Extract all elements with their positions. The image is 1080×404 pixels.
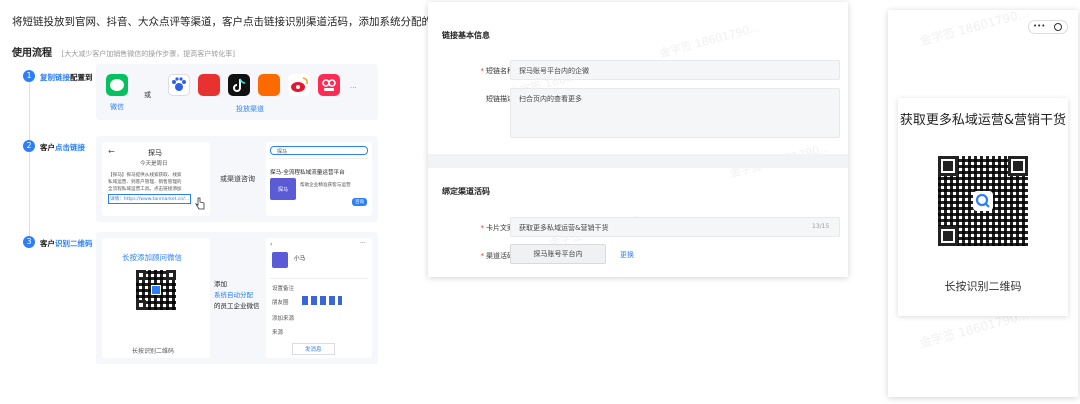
section-divider (428, 154, 848, 168)
qr-center-logo-icon (973, 191, 993, 211)
card-title: 获取更多私域运营&营销干货 (899, 113, 1067, 128)
weibo-icon (288, 74, 310, 96)
consult-button[interactable]: 咨询 (352, 198, 368, 206)
card-label: * 卡片文案 (480, 224, 515, 232)
channel-code-button[interactable]: 探马账号平台内 (510, 244, 606, 264)
sms-sub: 今天是周日 (140, 161, 168, 167)
share-card: 获取更多私域运营&营销干货 长按识别二维码 (898, 98, 1068, 316)
baidu-icon (168, 74, 190, 96)
taobao-icon (258, 74, 280, 96)
result-title: 探马-全流程私域流量运营平台 (270, 170, 345, 176)
name-label: * 短链名称 (480, 67, 515, 75)
back-arrow-icon: ← (108, 147, 115, 156)
card-caption: 长按识别二维码 (944, 280, 1022, 293)
usage-flow-panel: 将短链投放到官网、抖音、大众点评等渠道，客户点击链接识别渠道活码，添加系统分配的… (2, 0, 495, 378)
code-label: * 渠道活码 (480, 252, 515, 260)
menu-dots-icon[interactable]: ••• (1033, 22, 1045, 30)
wechat-icon (106, 74, 128, 96)
short-link-form: 金字签 18601790... 金字签 18601790... 金字签 1860… (428, 2, 848, 277)
sms-body-2: 私域运营、到客户管理、销售管理的 (108, 180, 182, 185)
step-2-box: ← 探马 今天是周日 【探马】探马提供从线索获取、线索 私域运营、到客户管理、销… (96, 136, 378, 222)
section-bind-code: 绑定渠道活码 (442, 187, 490, 196)
or-consult-text: 或渠道咨询 (220, 175, 255, 183)
step-1-badge: 1 (23, 70, 35, 82)
sms-title: 探马 (148, 149, 162, 157)
change-link[interactable]: 更换 (620, 250, 634, 260)
toutiao-icon (198, 74, 220, 96)
profile-name: 小马 (294, 256, 306, 262)
send-message-button[interactable]: 发消息 (292, 343, 335, 355)
step-1-box: 微信 或 ... 投放渠道 (96, 64, 378, 120)
profile-back-icon: ‹ (270, 241, 273, 248)
wechat-caption: 微信 (110, 103, 124, 111)
result-desc: 帮助企业精准获客与运营 (300, 183, 351, 188)
name-input[interactable]: 探马账号平台内的企微 (510, 60, 840, 80)
xiaohongshu-icon (318, 74, 340, 96)
result-logo: 探马 (270, 178, 296, 200)
profile-mock: ‹ ··· 小马 设置备注 朋友圈 添加来源 来源 发消息 (266, 238, 372, 358)
step-2-label: 客户点击链接 (40, 143, 85, 152)
profile-more-icon: ··· (360, 240, 366, 247)
step-1-label: 复制链接配置到 (40, 73, 93, 82)
profile-row-3: 添加来源 (272, 316, 295, 322)
poster-mock: 长按添加顾问微信 长按识别二维码 (102, 238, 210, 358)
watermark: 金字签 18601790... (658, 20, 762, 61)
phone-preview: 金字签 18601790... 金字签 18601790... ••• 获取更多… (888, 6, 1078, 397)
profile-row-1[interactable]: 设置备注 (272, 284, 294, 292)
sms-link[interactable]: 详情：https://www.tanmarket.cn/... (108, 194, 192, 204)
step-3-box: 长按添加顾问微信 长按识别二维码 添加 系统自动分配 的员工企业微信 ‹ ···… (96, 232, 378, 364)
poster-caption: 长按识别二维码 (132, 348, 175, 355)
step-2-badge: 2 (23, 140, 35, 152)
profile-row-2[interactable]: 朋友圈 (272, 298, 289, 306)
poster-title: 长按添加顾问微信 (122, 253, 182, 262)
qr-logo-icon (151, 285, 161, 295)
sms-mock: ← 探马 今天是周日 【探马】探马提供从线索获取、线索 私域运营、到客户管理、销… (102, 142, 210, 216)
watermark: 金字签 18601790... (918, 5, 1031, 49)
moments-thumbs (302, 296, 342, 305)
close-circle-icon[interactable] (1054, 23, 1062, 31)
step-3-badge: 3 (23, 236, 35, 248)
hand-pointer-icon (194, 197, 205, 210)
flow-label: 使用流程 (12, 48, 52, 59)
step-connector (29, 82, 30, 242)
sms-body-3: 全流程私域运营工具。点击链接添加 (108, 187, 182, 192)
flow-note: [大大减少客户加销售微信的操作步骤，提高客户转化率] (61, 50, 235, 58)
search-input[interactable]: 探马 (270, 146, 368, 155)
channels-caption: 投放渠道 (236, 105, 264, 113)
add-text-2: 系统自动分配 (214, 291, 253, 299)
profile-avatar (272, 252, 288, 268)
step-3-label: 客户识别二维码 (40, 239, 93, 248)
sms-body-1: 【探马】探马提供从线索获取、线索 (108, 173, 182, 178)
card-char-count: 13/15 (812, 223, 830, 230)
miniprogram-capsule[interactable]: ••• (1028, 20, 1068, 34)
search-mock: 探马 探马-全流程私域流量运营平台 探马 帮助企业精准获客与运营 咨询 (266, 142, 372, 216)
section-basic-info: 链接基本信息 (442, 31, 490, 40)
more-icon: ... (350, 82, 357, 90)
add-text-3: 的员工企业微信 (214, 302, 260, 310)
or-text: 或 (144, 91, 151, 99)
desc-textarea[interactable]: 扫合页内的查看更多 (510, 88, 840, 138)
intro-title: 将短链投放到官网、抖音、大众点评等渠道，客户点击链接识别渠道活码，添加系统分配的… (12, 16, 495, 28)
flow-heading: 使用流程 [大大减少客户加销售微信的操作步骤，提高客户转化率] (12, 44, 235, 59)
card-copy-input[interactable]: 获取更多私域运营&营销干货 (510, 217, 840, 237)
add-text-1: 添加 (214, 280, 227, 288)
desc-label: 短链描述 (486, 95, 514, 103)
profile-row-4: 来源 (272, 330, 284, 336)
douyin-icon (228, 74, 250, 96)
